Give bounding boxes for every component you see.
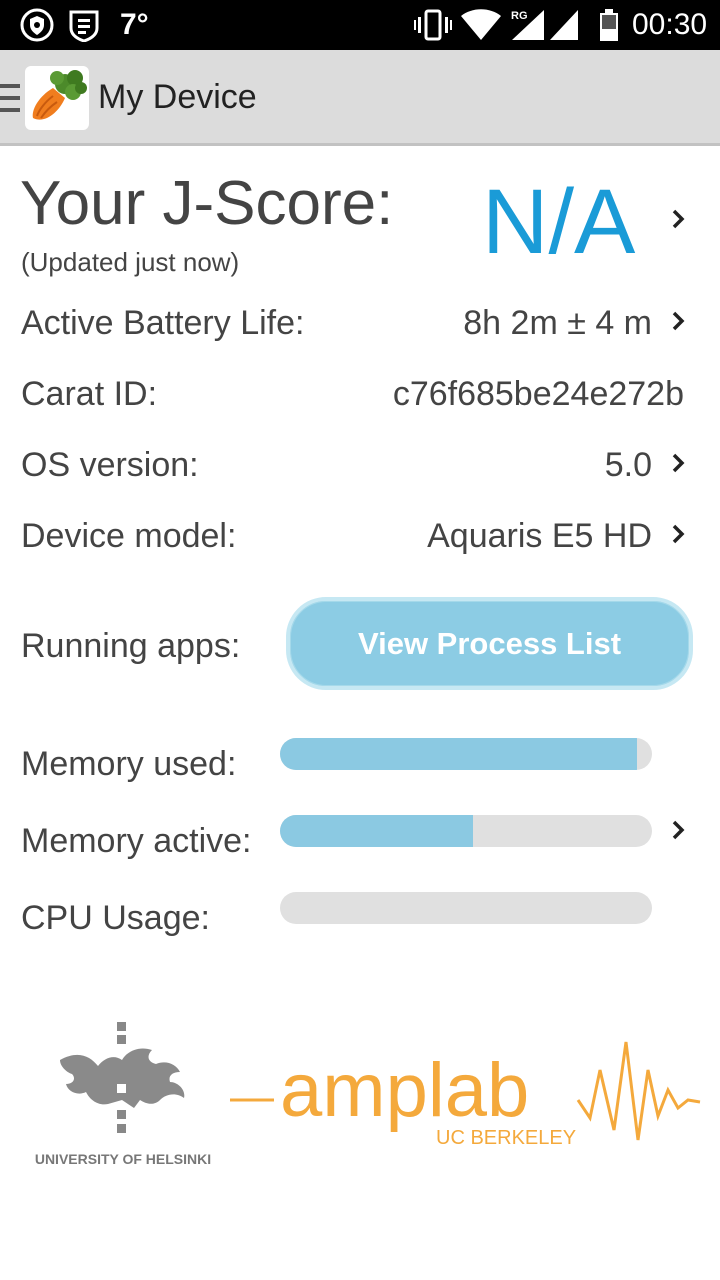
view-process-list-button[interactable]: View Process List bbox=[286, 597, 693, 690]
memory-used-label: Memory used: bbox=[21, 745, 237, 783]
os-version-value[interactable]: 5.0 bbox=[605, 446, 652, 485]
chevron-right-icon[interactable] bbox=[670, 818, 686, 842]
chevron-right-icon[interactable] bbox=[670, 522, 686, 546]
page-title: My Device bbox=[98, 78, 257, 116]
cpu-usage-label: CPU Usage: bbox=[21, 899, 210, 937]
jscore-updated-text: (Updated just now) bbox=[21, 247, 240, 277]
notification-icon bbox=[68, 0, 100, 50]
clock-text: 00:30 bbox=[632, 8, 708, 41]
amplab-text: amplab bbox=[280, 1048, 529, 1133]
temperature-text: 7° bbox=[120, 8, 149, 41]
wifi-icon bbox=[460, 0, 502, 50]
cellular-signal-2-icon bbox=[548, 0, 580, 50]
carat-id-value: c76f685be24e272b bbox=[392, 375, 684, 413]
os-version-label: OS version: bbox=[21, 446, 199, 484]
uc-berkeley-text: UC BERKELEY bbox=[436, 1127, 576, 1149]
shield-status-icon bbox=[20, 0, 54, 50]
hamburger-icon[interactable] bbox=[0, 84, 20, 112]
amplab-logo: amplab UC BERKELEY bbox=[228, 1030, 703, 1155]
action-bar: My Device bbox=[0, 50, 720, 146]
helsinki-text: UNIVERSITY OF HELSINKI bbox=[35, 1151, 211, 1167]
network-type-label: RG bbox=[511, 10, 528, 22]
cellular-signal-icon bbox=[510, 0, 546, 50]
cpu-usage-bar bbox=[280, 892, 652, 924]
jscore-value[interactable]: N/A bbox=[482, 170, 635, 275]
memory-active-fill bbox=[280, 815, 474, 847]
battery-life-value[interactable]: 8h 2m ± 4 m bbox=[463, 304, 652, 343]
memory-active-label: Memory active: bbox=[21, 822, 252, 860]
chevron-right-icon[interactable] bbox=[670, 451, 686, 475]
memory-used-fill bbox=[280, 738, 638, 770]
memory-active-bar[interactable] bbox=[280, 815, 652, 847]
university-of-helsinki-logo: UNIVERSITY OF HELSINKI bbox=[28, 1020, 218, 1170]
memory-used-bar bbox=[280, 738, 652, 770]
status-bar: 7° RG 00:30 bbox=[0, 0, 720, 50]
carrot-icon[interactable] bbox=[25, 66, 89, 130]
vibrate-icon bbox=[414, 0, 452, 50]
battery-icon bbox=[598, 0, 620, 50]
jscore-title: Your J-Score: bbox=[20, 169, 394, 238]
device-model-value[interactable]: Aquaris E5 HD bbox=[427, 517, 652, 556]
chevron-right-icon[interactable] bbox=[670, 309, 686, 333]
carat-id-label: Carat ID: bbox=[21, 375, 158, 413]
device-model-label: Device model: bbox=[21, 517, 237, 555]
battery-life-label: Active Battery Life: bbox=[21, 304, 305, 342]
running-apps-label: Running apps: bbox=[21, 627, 241, 665]
chevron-right-icon[interactable] bbox=[670, 207, 686, 231]
